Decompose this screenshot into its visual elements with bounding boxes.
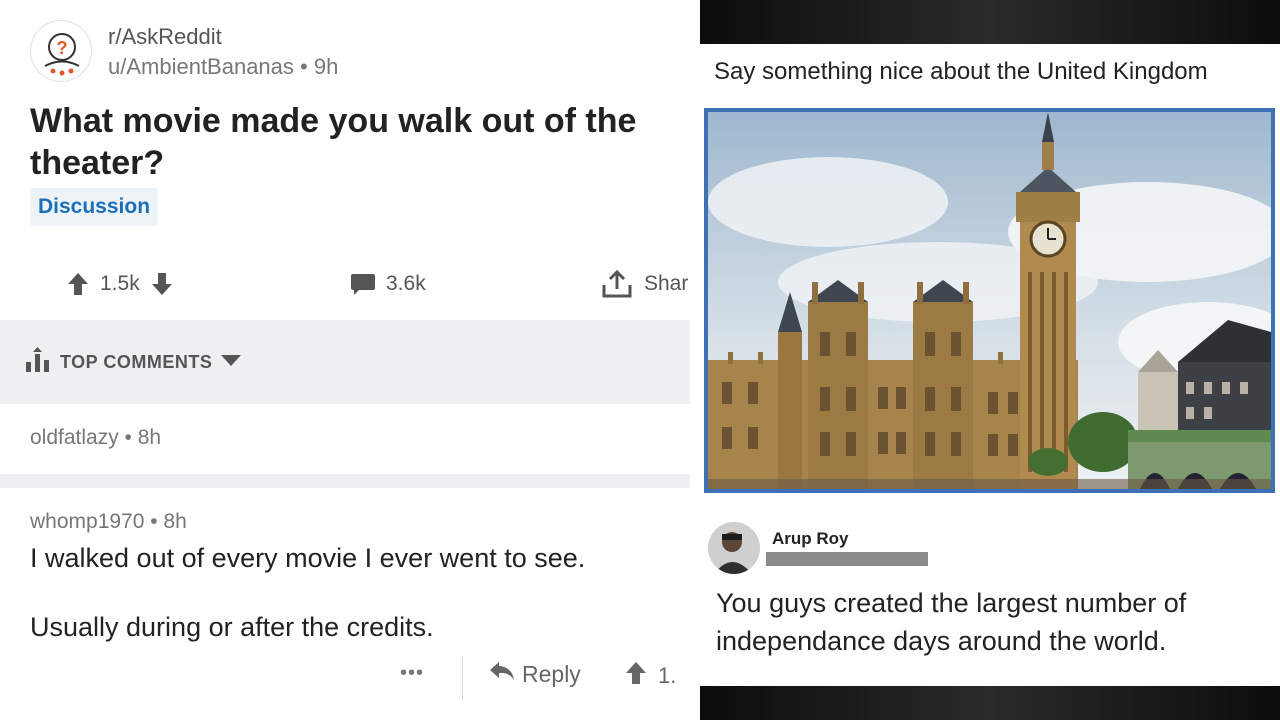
redacted-text-bar: [766, 552, 928, 566]
comment-meta[interactable]: oldfatlazy • 8h: [30, 426, 161, 450]
post-title[interactable]: What movie made you walk out of the thea…: [30, 100, 690, 184]
share-button[interactable]: Shar: [600, 266, 688, 302]
comment-body-line: Usually during or after the credits.: [30, 612, 434, 642]
action-separator: [462, 656, 463, 700]
post-flair[interactable]: Discussion: [30, 188, 159, 226]
caret-down-icon: [220, 353, 242, 372]
reply-button[interactable]: Reply: [488, 660, 581, 688]
reply-label: Reply: [522, 660, 581, 687]
post-title: Say something nice about the United King…: [714, 58, 1208, 85]
reddit-post-panel: ? r/AskReddit u/AmbientBananas • 9h What…: [0, 0, 690, 720]
comment-meta[interactable]: whomp1970 • 8h: [30, 510, 187, 534]
post-byline[interactable]: u/AmbientBananas • 9h: [108, 54, 338, 80]
sort-bars-icon: [24, 346, 52, 379]
comment-icon: [350, 272, 376, 296]
share-label: Shar: [644, 272, 689, 295]
reddit-snoo-icon[interactable]: ?: [30, 20, 92, 82]
comment-text: You guys created the largest number of i…: [716, 588, 1187, 656]
dark-header-strip: [700, 0, 1280, 44]
comment-sort-bar[interactable]: TOP COMMENTS: [0, 320, 690, 404]
upvote-icon[interactable]: [624, 660, 648, 692]
big-ben-photo: [704, 108, 1275, 493]
comment-count: 3.6k: [386, 272, 426, 295]
comment-vote-count: 1.: [658, 663, 677, 688]
upvote-count: 1.5k: [100, 272, 140, 295]
commenter-avatar[interactable]: [708, 522, 760, 574]
subreddit-name[interactable]: r/AskReddit: [108, 24, 222, 50]
comments-button[interactable]: 3.6k: [350, 266, 426, 302]
downvote-icon[interactable]: [150, 271, 174, 297]
more-options-button[interactable]: •••: [400, 662, 424, 685]
sort-label: TOP COMMENTS: [60, 351, 213, 372]
reply-icon: [488, 660, 516, 688]
comment-body-line: I walked out of every movie I ever went …: [30, 543, 586, 573]
svg-text:?: ?: [57, 38, 68, 58]
share-icon: [600, 269, 634, 299]
comment-vote: 1.: [624, 660, 676, 692]
dark-footer-strip: [700, 686, 1280, 720]
uk-post-panel: Say something nice about the United King…: [700, 0, 1280, 720]
comment-divider: [0, 474, 690, 488]
vote-group: 1.5k: [66, 266, 174, 302]
upvote-icon[interactable]: [66, 271, 90, 297]
commenter-name[interactable]: Arup Roy: [772, 529, 849, 549]
